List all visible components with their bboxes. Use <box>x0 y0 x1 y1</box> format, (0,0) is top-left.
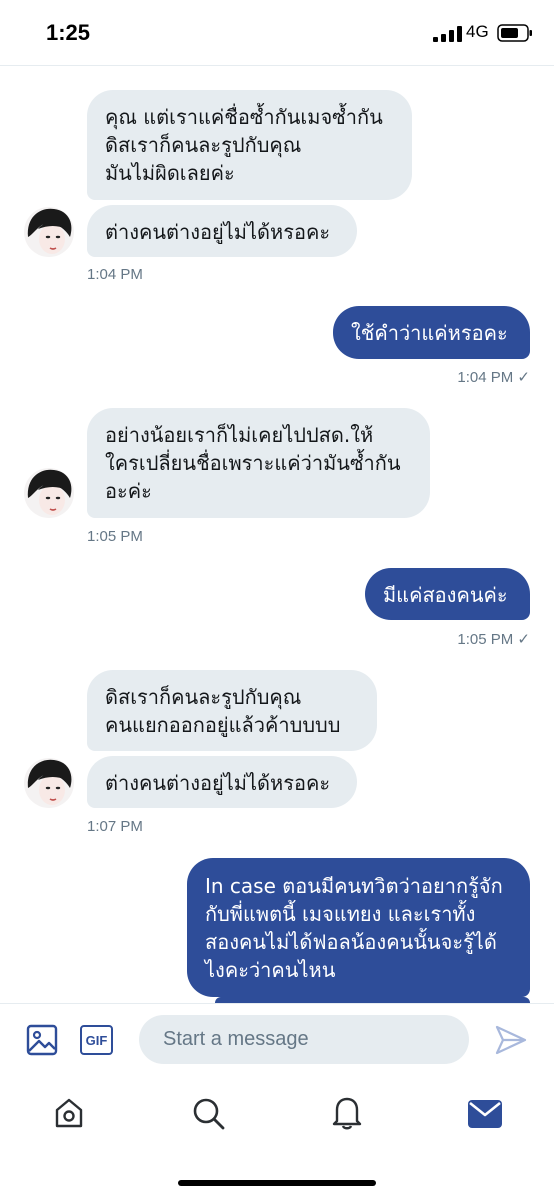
incoming-message[interactable]: ต่างคนต่างอยู่ไม่ได้หรอคะ <box>87 205 357 257</box>
messages-icon[interactable] <box>468 1100 502 1128</box>
avatar[interactable] <box>24 468 74 518</box>
avatar-image <box>24 468 74 518</box>
message-input[interactable] <box>139 1015 469 1064</box>
notifications-icon[interactable] <box>331 1095 363 1131</box>
status-time: 1:25 <box>46 20 91 45</box>
incoming-message[interactable]: ดิสเราก็คนละรูปกับคุณ คนแยกออกอยู่แล้วค้… <box>87 670 377 751</box>
outgoing-message[interactable]: มีแค่สองคนค่ะ <box>365 568 530 620</box>
avatar[interactable] <box>24 207 74 257</box>
outgoing-message[interactable]: ใช้คำว่าแค่หรอคะ <box>333 306 530 359</box>
avatar-image <box>24 758 74 808</box>
home-indicator <box>178 1180 376 1186</box>
incoming-message[interactable]: คุณ แต่เราแค่ชื่อซ้ำกันเมจซ้ำกัน ดิสเราก… <box>87 90 412 200</box>
battery-icon <box>497 24 532 42</box>
message-timestamp: 1:07 PM <box>87 818 143 835</box>
outgoing-message[interactable]: In case ตอนมีคนทวิตว่าอยากรู้จัก กับพี่แ… <box>187 858 530 997</box>
gif-button[interactable]: GIF <box>80 1025 113 1055</box>
avatar[interactable] <box>24 758 74 808</box>
message-timestamp: 1:04 PM ✓ <box>457 369 530 386</box>
gif-label: GIF <box>85 1032 108 1048</box>
image-icon[interactable] <box>26 1024 58 1056</box>
message-timestamp: 1:05 PM ✓ <box>457 631 530 648</box>
incoming-message[interactable]: ต่างคนต่างอยู่ไม่ได้หรอคะ <box>87 756 357 808</box>
signal-icon <box>433 26 462 42</box>
avatar-image <box>24 207 74 257</box>
incoming-message[interactable]: อย่างน้อยเราก็ไม่เคยไปปสด.ให้ ใครเปลี่ยน… <box>87 408 430 518</box>
home-icon[interactable] <box>53 1096 85 1130</box>
header-divider <box>0 65 554 66</box>
search-icon[interactable] <box>192 1097 226 1131</box>
message-timestamp: 1:04 PM <box>87 266 143 283</box>
status-bar: 1:25 4G <box>0 0 554 66</box>
network-label: 4G <box>466 22 489 41</box>
message-timestamp: 1:05 PM <box>87 528 143 545</box>
send-icon[interactable] <box>495 1025 527 1055</box>
